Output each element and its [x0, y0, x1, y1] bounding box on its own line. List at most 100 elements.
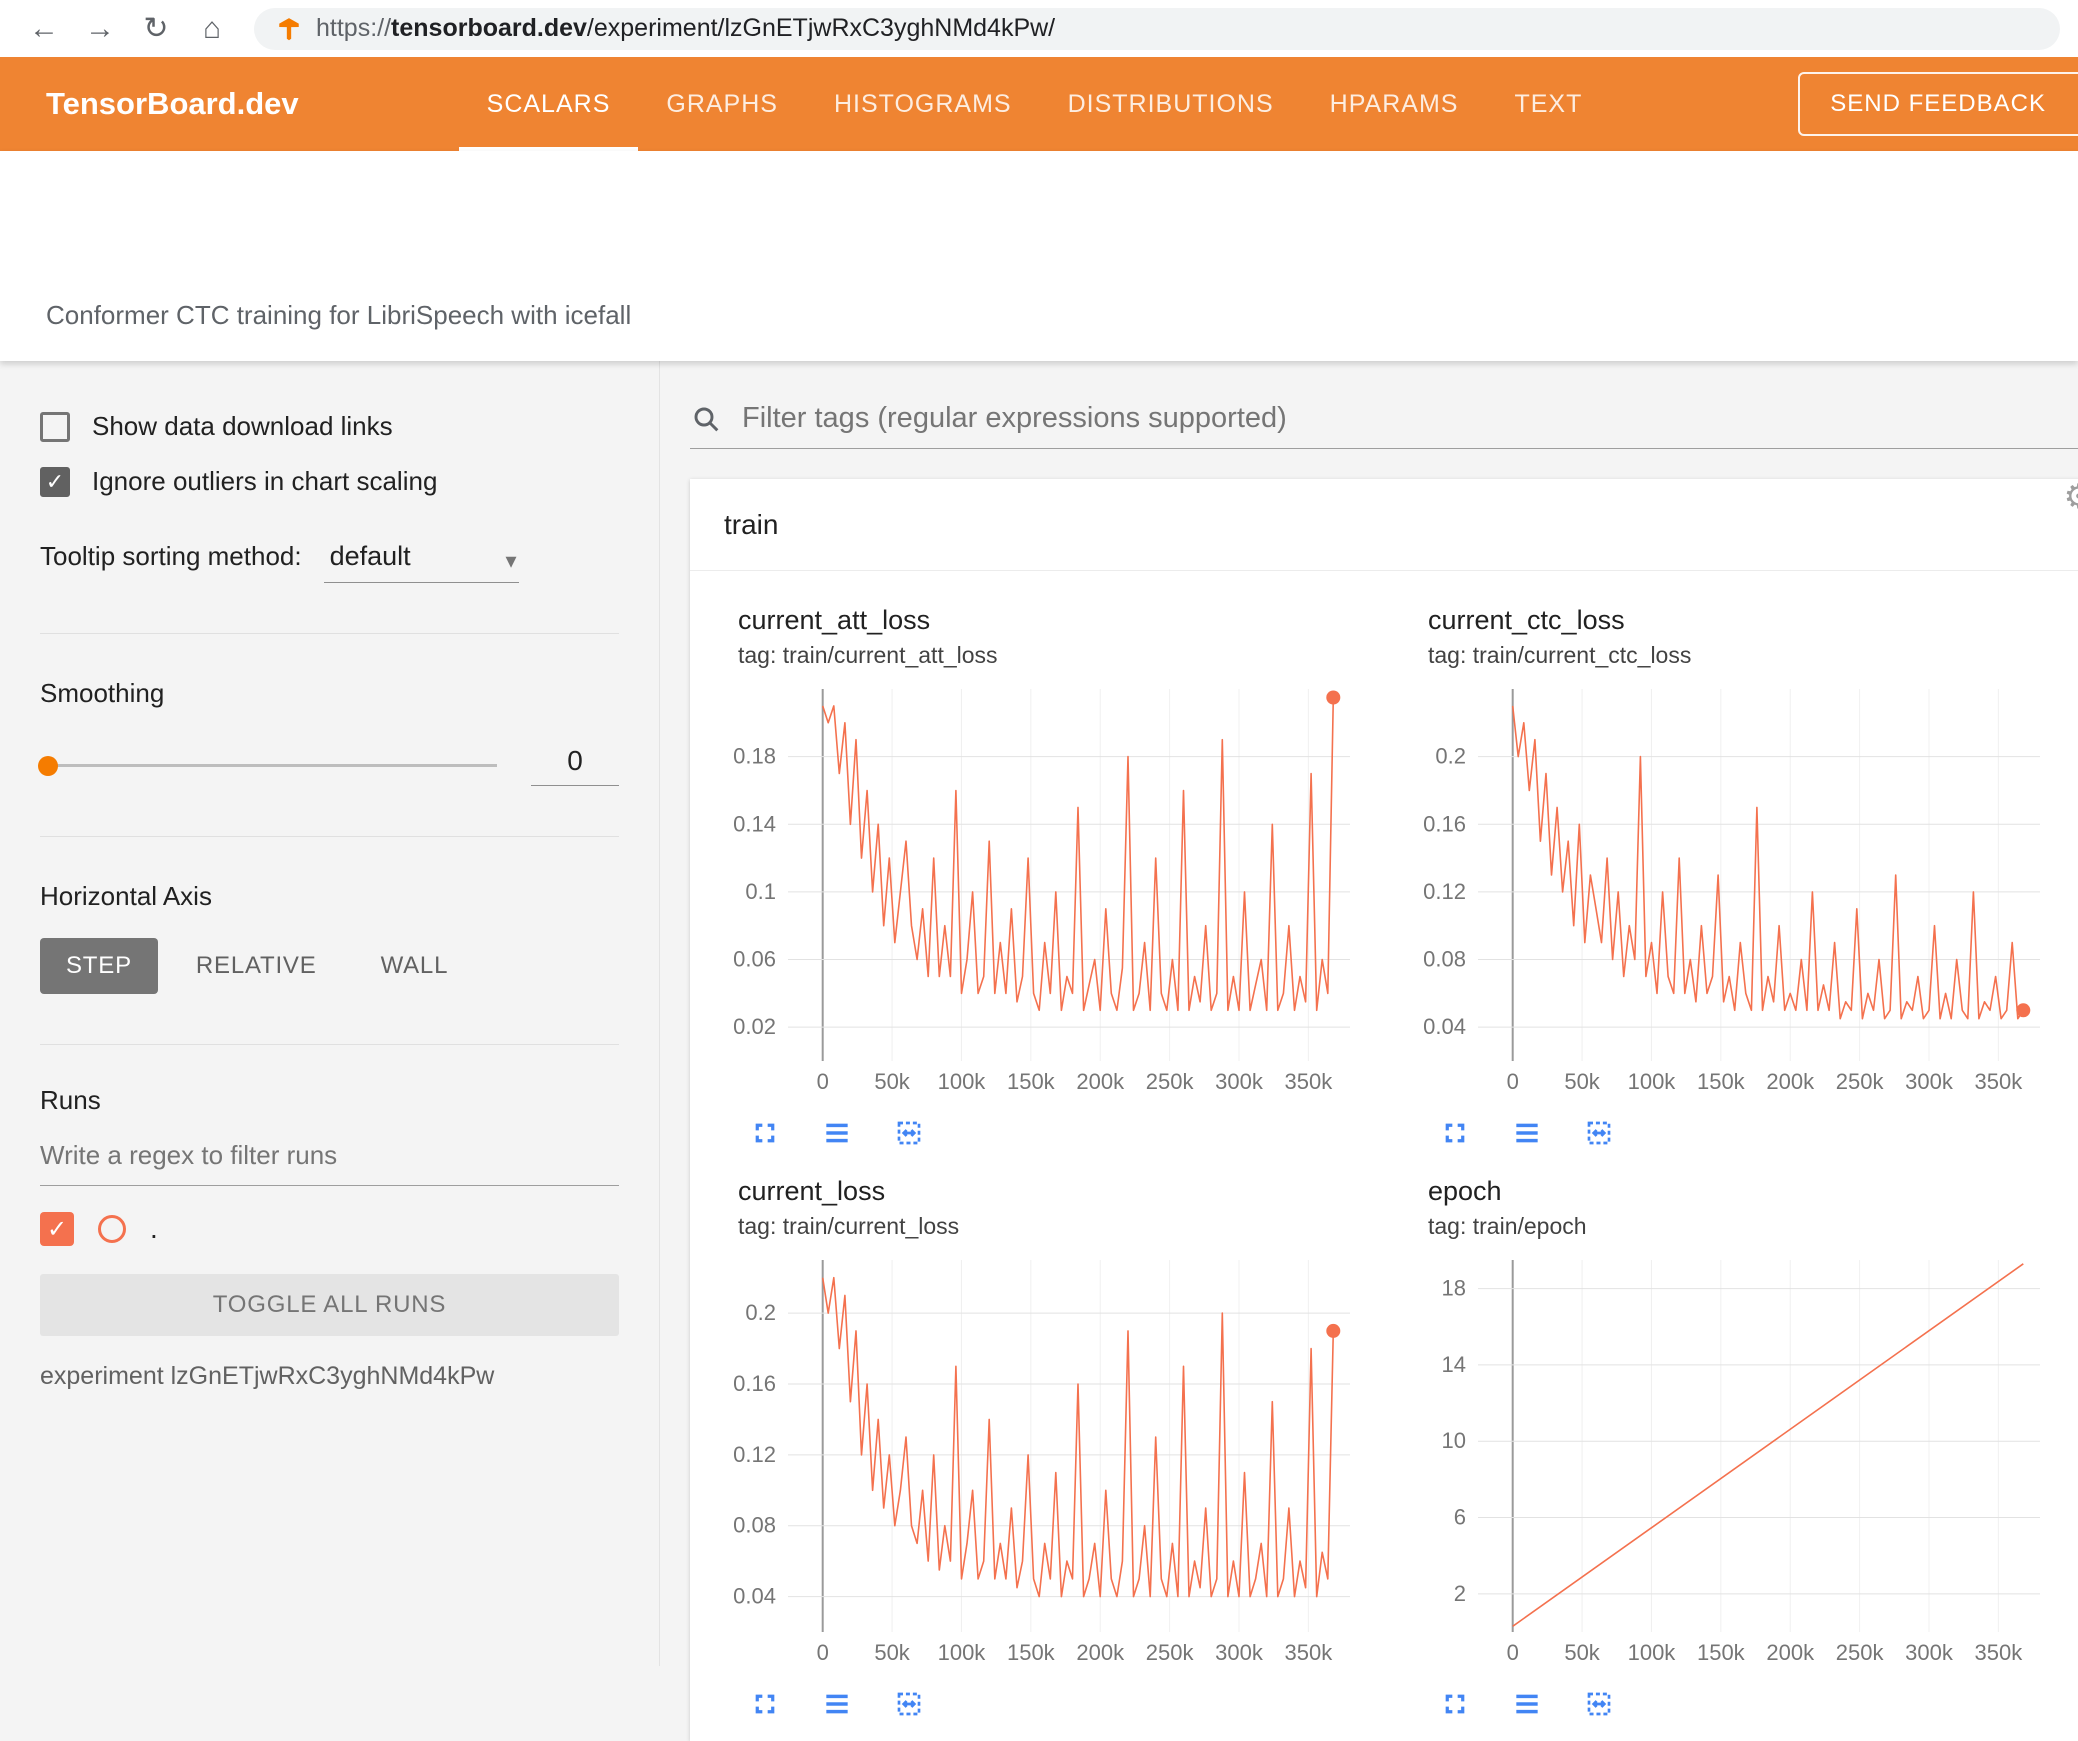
smoothing-label: Smoothing: [40, 678, 165, 708]
svg-text:0.1: 0.1: [745, 879, 776, 904]
nav-tabs: SCALARS GRAPHS HISTOGRAMS DISTRIBUTIONS …: [458, 57, 1611, 151]
reload-icon[interactable]: ↻: [130, 6, 182, 52]
svg-text:50k: 50k: [874, 1069, 910, 1094]
svg-text:350k: 350k: [1285, 1640, 1334, 1665]
home-icon[interactable]: ⌂: [186, 6, 238, 52]
svg-text:200k: 200k: [1076, 1069, 1125, 1094]
tab-distributions[interactable]: DISTRIBUTIONS: [1040, 57, 1302, 151]
tooltip-sorting-label: Tooltip sorting method:: [40, 541, 302, 571]
svg-text:350k: 350k: [1975, 1069, 2024, 1094]
svg-text:50k: 50k: [874, 1640, 910, 1665]
svg-text:250k: 250k: [1836, 1640, 1885, 1665]
chart-plot[interactable]: 0 50k 100k 150k 200k 250k 300k 350k 0.02 0.06 0.1 0…: [704, 679, 1364, 1099]
chart-plot[interactable]: 0 50k 100k 150k 200k 250k 300k 350k 2 6 10 14 18: [1394, 1250, 2054, 1670]
svg-text:250k: 250k: [1146, 1069, 1195, 1094]
svg-text:0.02: 0.02: [733, 1014, 776, 1039]
chart-title: current_loss: [738, 1176, 886, 1206]
svg-text:14: 14: [1442, 1352, 1466, 1377]
svg-text:200k: 200k: [1766, 1069, 1815, 1094]
run-checkbox[interactable]: ✓: [40, 1212, 74, 1246]
url-text: https://tensorboard.dev/experiment/lzGnE…: [316, 14, 1055, 43]
tab-text[interactable]: TEXT: [1486, 57, 1610, 151]
lines-icon[interactable]: [1510, 1687, 1544, 1721]
experiment-title-band: Conformer CTC training for LibriSpeech w…: [0, 151, 2078, 361]
divider: [40, 633, 619, 634]
lines-icon[interactable]: [1510, 1116, 1544, 1150]
forward-icon[interactable]: →: [74, 6, 126, 52]
filter-tags-input[interactable]: [740, 401, 2078, 436]
svg-text:50k: 50k: [1564, 1640, 1600, 1665]
site-favicon-icon: [276, 16, 302, 42]
toggle-all-runs-button[interactable]: TOGGLE ALL RUNS: [40, 1274, 619, 1336]
runs-label: Runs: [40, 1085, 101, 1115]
settings-gear-icon[interactable]: ⚙: [2064, 477, 2078, 517]
svg-text:0.14: 0.14: [733, 811, 776, 836]
svg-text:0.12: 0.12: [1423, 879, 1466, 904]
tooltip-sorting-select[interactable]: default ▾: [323, 541, 519, 583]
send-feedback-button[interactable]: SEND FEEDBACK: [1798, 72, 2078, 136]
svg-text:0: 0: [817, 1069, 829, 1094]
back-icon[interactable]: ←: [18, 6, 70, 52]
chart-plot[interactable]: 0 50k 100k 150k 200k 250k 300k 350k 0.04 0.08 0.12…: [704, 1250, 1364, 1670]
url-domain: tensorboard.dev: [391, 14, 587, 42]
axis-button-relative[interactable]: RELATIVE: [170, 938, 343, 994]
chart-plot[interactable]: 0 50k 100k 150k 200k 250k 300k 350k 0.04 0.08 0.12…: [1394, 679, 2054, 1099]
horizontal-axis-label: Horizontal Axis: [40, 881, 212, 911]
chart-toolbar: [1438, 1116, 2078, 1150]
ignore-outliers-checkbox[interactable]: ✓: [40, 466, 70, 497]
smoothing-value[interactable]: 0: [531, 745, 619, 786]
show-download-links-checkbox[interactable]: [40, 411, 70, 442]
charts-grid: current_att_loss tag: train/current_att_…: [690, 571, 2078, 1741]
expand-chart-icon[interactable]: [1438, 1687, 1472, 1721]
tag-group-title: train: [724, 508, 779, 540]
tab-hparams[interactable]: HPARAMS: [1302, 57, 1487, 151]
experiment-title: Conformer CTC training for LibriSpeech w…: [46, 300, 632, 330]
svg-text:250k: 250k: [1836, 1069, 1885, 1094]
svg-text:100k: 100k: [938, 1069, 987, 1094]
tag-filter-bar: [690, 401, 2078, 449]
svg-text:50k: 50k: [1564, 1069, 1600, 1094]
browser-toolbar: ← → ↻ ⌂ https://tensorboard.dev/experime…: [0, 0, 2078, 57]
chart-title: current_ctc_loss: [1428, 605, 1625, 635]
svg-text:18: 18: [1442, 1276, 1466, 1301]
svg-text:0.12: 0.12: [733, 1442, 776, 1467]
svg-text:0.2: 0.2: [745, 1300, 776, 1325]
chart-current-loss: current_loss tag: train/current_loss 0 50…: [704, 1176, 1394, 1721]
runs-filter-input[interactable]: [40, 1134, 619, 1186]
main-panel: ⚙ train current_att_loss tag: train/curr…: [660, 361, 2078, 1741]
divider: [40, 836, 619, 837]
fit-domain-icon[interactable]: [1582, 1687, 1616, 1721]
fit-domain-icon[interactable]: [892, 1687, 926, 1721]
lines-icon[interactable]: [820, 1687, 854, 1721]
expand-chart-icon[interactable]: [1438, 1116, 1472, 1150]
tab-graphs[interactable]: GRAPHS: [638, 57, 806, 151]
chart-title: current_att_loss: [738, 605, 931, 635]
tab-histograms[interactable]: HISTOGRAMS: [806, 57, 1040, 151]
svg-text:0: 0: [1507, 1069, 1519, 1094]
svg-text:350k: 350k: [1975, 1640, 2024, 1665]
tag-group-header[interactable]: train: [690, 479, 2078, 571]
axis-button-wall[interactable]: WALL: [355, 938, 475, 994]
chevron-down-icon: ▾: [505, 548, 517, 573]
svg-text:0: 0: [1507, 1640, 1519, 1665]
chart-toolbar: [748, 1687, 1394, 1721]
address-bar[interactable]: https://tensorboard.dev/experiment/lzGnE…: [254, 7, 2060, 50]
expand-chart-icon[interactable]: [748, 1116, 782, 1150]
slider-thumb[interactable]: [38, 755, 58, 776]
chart-tag: tag: train/current_loss: [738, 1213, 960, 1239]
lines-icon[interactable]: [820, 1116, 854, 1150]
fit-domain-icon[interactable]: [892, 1116, 926, 1150]
svg-text:350k: 350k: [1285, 1069, 1334, 1094]
tab-scalars[interactable]: SCALARS: [458, 57, 639, 151]
expand-chart-icon[interactable]: [748, 1687, 782, 1721]
svg-text:250k: 250k: [1146, 1640, 1195, 1665]
smoothing-slider[interactable]: [38, 755, 497, 776]
show-download-links-label: Show data download links: [92, 411, 393, 441]
svg-text:0.04: 0.04: [1423, 1014, 1466, 1039]
fit-domain-icon[interactable]: [1582, 1116, 1616, 1150]
svg-text:300k: 300k: [1905, 1640, 1954, 1665]
svg-text:150k: 150k: [1007, 1069, 1056, 1094]
axis-button-step[interactable]: STEP: [40, 938, 158, 994]
tooltip-sorting-value: default: [329, 541, 411, 571]
run-list-item: ✓ .: [40, 1212, 619, 1246]
